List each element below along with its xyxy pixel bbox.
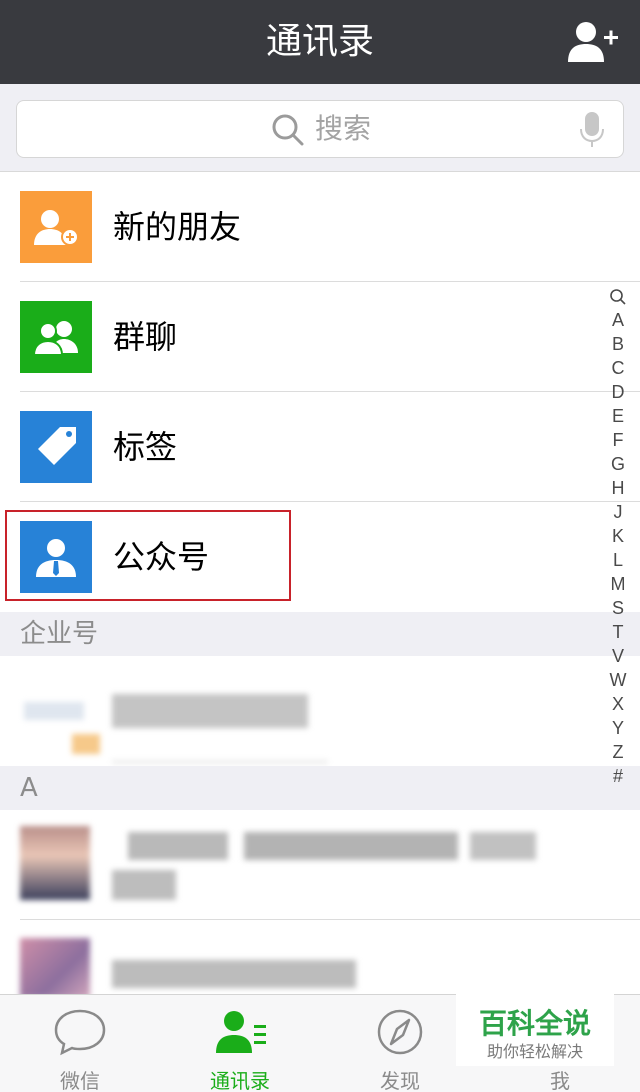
group-chat-row[interactable]: 群聊	[0, 282, 640, 392]
avatar	[20, 938, 90, 998]
divider	[112, 760, 328, 764]
index-letter[interactable]: W	[607, 668, 629, 692]
contacts-icon	[216, 1011, 266, 1053]
enterprise-account-row[interactable]	[0, 656, 640, 766]
index-letter[interactable]: Z	[607, 740, 629, 764]
section-header-enterprise: 企业号	[0, 612, 640, 656]
contact-name	[244, 832, 458, 860]
index-letter[interactable]: D	[607, 380, 629, 404]
tab-contacts[interactable]: 通讯录	[160, 995, 320, 1092]
index-letter[interactable]: M	[607, 572, 629, 596]
official-account-icon	[20, 521, 92, 593]
chat-bubble-icon	[54, 1009, 106, 1056]
official-accounts-row[interactable]: 公众号	[0, 502, 640, 612]
contact-name	[112, 694, 308, 728]
tag-icon	[20, 411, 92, 483]
microphone-icon[interactable]	[579, 111, 605, 149]
index-letter[interactable]: V	[607, 644, 629, 668]
group-chat-icon	[20, 301, 92, 373]
search-placeholder: 搜索	[315, 112, 372, 145]
official-accounts-label: 公众号	[113, 538, 210, 576]
tab-label: 发现	[380, 1069, 420, 1092]
tags-label: 标签	[113, 428, 178, 466]
index-letter[interactable]: H	[607, 476, 629, 500]
index-letter[interactable]: G	[607, 452, 629, 476]
index-letter[interactable]: T	[607, 620, 629, 644]
index-letter[interactable]: #	[607, 764, 629, 788]
contact-name	[128, 832, 228, 860]
tab-label: 通讯录	[210, 1069, 270, 1092]
index-letter[interactable]: C	[607, 356, 629, 380]
search-area: 搜索	[0, 84, 640, 172]
search-input[interactable]: 搜索	[16, 100, 624, 158]
function-list: 新的朋友 群聊 标签 公众号	[0, 172, 640, 612]
tab-chats[interactable]: 微信	[0, 995, 160, 1092]
nav-header: 通讯录	[0, 0, 640, 84]
index-letter[interactable]: B	[607, 332, 629, 356]
index-letter[interactable]: A	[607, 308, 629, 332]
tags-row[interactable]: 标签	[0, 392, 640, 502]
section-header-a: A	[0, 766, 640, 810]
index-letter[interactable]: Y	[607, 716, 629, 740]
alphabet-index[interactable]: A B C D E F G H J K L M S T V W X Y Z #	[607, 288, 629, 788]
add-contact-icon[interactable]	[566, 20, 618, 64]
search-icon	[272, 114, 304, 146]
watermark-subtitle: 助你轻松解决	[486, 1042, 583, 1061]
avatar	[24, 702, 84, 720]
index-letter[interactable]: X	[607, 692, 629, 716]
watermark-title: 百科全说	[478, 1007, 591, 1040]
index-letter[interactable]: L	[607, 548, 629, 572]
watermark: 百科全说 助你轻松解决	[456, 994, 614, 1066]
index-letter[interactable]: E	[607, 404, 629, 428]
tab-label: 微信	[60, 1069, 100, 1092]
index-letter[interactable]: K	[607, 524, 629, 548]
compass-icon	[377, 1009, 423, 1055]
contact-row[interactable]	[0, 920, 640, 998]
index-letter[interactable]: S	[607, 596, 629, 620]
index-search-icon[interactable]	[609, 288, 627, 306]
contact-name	[112, 960, 356, 988]
tab-label: 我	[550, 1069, 570, 1092]
new-friends-label: 新的朋友	[113, 208, 242, 246]
avatar-badge	[72, 734, 100, 754]
contact-row[interactable]	[0, 810, 640, 920]
contact-name	[470, 832, 536, 860]
index-letter[interactable]: F	[607, 428, 629, 452]
index-letter[interactable]: J	[607, 500, 629, 524]
group-chat-label: 群聊	[113, 318, 178, 356]
new-friends-row[interactable]: 新的朋友	[0, 172, 640, 282]
avatar	[20, 826, 90, 900]
page-title: 通讯录	[265, 21, 374, 62]
contact-name	[112, 870, 176, 900]
new-friends-icon	[20, 191, 92, 263]
